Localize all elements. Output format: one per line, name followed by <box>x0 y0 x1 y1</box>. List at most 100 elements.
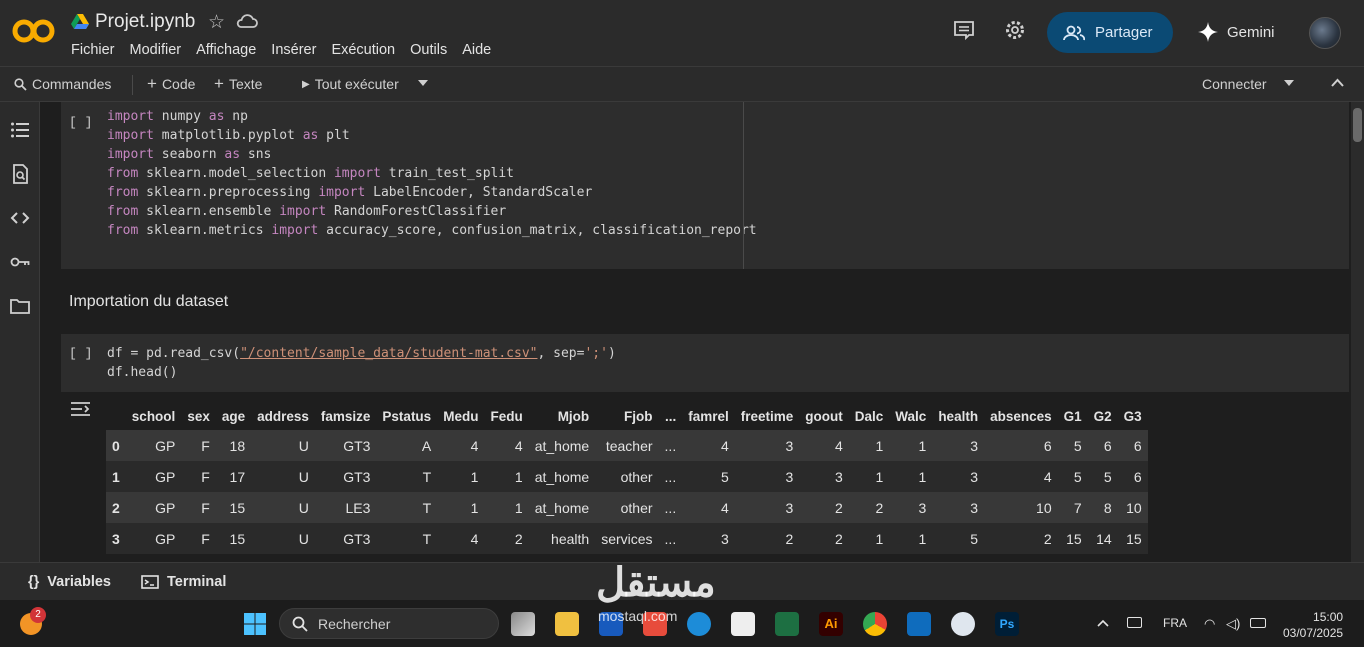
code-cell-read-csv[interactable]: [ ] df = pd.read_csv("/content/sample_da… <box>61 334 1349 392</box>
snipping-tool-icon[interactable] <box>731 612 755 636</box>
table-cell: LE3 <box>345 499 371 516</box>
terminal-button[interactable]: Terminal <box>141 574 226 590</box>
table-cell: 2 <box>875 499 884 516</box>
table-cell: 5 <box>720 468 729 485</box>
search-icon <box>292 616 308 632</box>
task-view-icon[interactable] <box>511 612 535 636</box>
table-cell: 1 <box>875 530 884 547</box>
connect-button[interactable]: Connecter <box>1202 76 1267 92</box>
gemini-label: Gemini <box>1227 23 1275 41</box>
clock-date: 03/07/2025 <box>1283 626 1344 640</box>
code-line: import numpy as np <box>107 109 248 124</box>
table-cell: 4 <box>834 437 843 454</box>
table-row: 1 GP F 17 U GT3 T 1 1 at_home other... 5 3 3 1 1 3 4 5 5 6 <box>106 461 1148 492</box>
table-cell: 7 <box>1073 499 1082 516</box>
volume-icon[interactable]: ◁) <box>1226 616 1240 632</box>
vertical-scrollbar[interactable] <box>1351 102 1364 562</box>
run-all-dropdown[interactable] <box>418 80 428 86</box>
edge-icon[interactable] <box>687 612 711 636</box>
row-index: 2 <box>112 499 120 516</box>
table-cell: 3 <box>785 468 794 485</box>
secrets-key-icon[interactable] <box>10 252 30 272</box>
column-header: Medu <box>443 408 479 424</box>
add-code-button[interactable]: + Code <box>147 75 195 92</box>
photoshop-icon[interactable]: Ps <box>995 612 1019 636</box>
menu-file[interactable]: Fichier <box>71 42 115 58</box>
table-cell: 3 <box>970 499 979 516</box>
table-row: 2 GP F 15 U LE3 T 1 1 at_home other... 4 3 2 2 3 3 10 7 8 10 <box>106 492 1148 523</box>
defender-icon[interactable] <box>907 612 931 636</box>
colab-logo[interactable] <box>12 16 56 46</box>
column-header: age <box>221 408 246 424</box>
drive-icon[interactable] <box>71 14 89 30</box>
variables-button[interactable]: {} Variables <box>28 574 111 590</box>
add-text-button[interactable]: + Texte <box>214 75 262 92</box>
cloud-saved-icon[interactable] <box>236 12 258 30</box>
table-cell: ... <box>664 468 677 485</box>
table-cell: 18 <box>229 437 246 454</box>
taskbar-search[interactable]: Rechercher <box>279 608 499 639</box>
notebook-title[interactable]: Projet.ipynb <box>95 11 195 33</box>
column-header: Mjob <box>557 408 590 424</box>
table-cell: 4 <box>514 437 523 454</box>
table-cell: 4 <box>720 499 729 516</box>
table-cell: U <box>298 499 309 516</box>
cell-run-button[interactable]: [ ] <box>69 346 92 361</box>
column-header: Fjob <box>624 408 653 424</box>
comments-icon[interactable] <box>953 19 975 41</box>
menu-insert[interactable]: Insérer <box>271 42 316 58</box>
app-icon[interactable] <box>951 612 975 636</box>
table-cell: GP <box>155 437 176 454</box>
table-cell: 3 <box>970 437 979 454</box>
menu-edit[interactable]: Modifier <box>130 42 182 58</box>
star-icon[interactable]: ☆ <box>208 11 225 34</box>
search-placeholder: Rechercher <box>318 615 391 632</box>
gemini-button[interactable]: Gemini <box>1198 22 1275 42</box>
illustrator-icon[interactable]: Ai <box>819 612 843 636</box>
table-cell: ... <box>664 530 677 547</box>
clock-time: 15:00 <box>1313 610 1344 624</box>
code-line: from sklearn.metrics import accuracy_sco… <box>107 223 757 238</box>
code-line-1[interactable]: df = pd.read_csv("/content/sample_data/s… <box>107 344 616 363</box>
scrollbar-thumb[interactable] <box>1353 108 1362 142</box>
menu-tools[interactable]: Outils <box>410 42 447 58</box>
play-icon: ▶ <box>302 78 310 90</box>
table-cell: 4 <box>470 530 479 547</box>
menu-view[interactable]: Affichage <box>196 42 256 58</box>
settings-gear-icon[interactable] <box>1004 19 1026 41</box>
code-snippets-icon[interactable] <box>10 208 30 228</box>
excel-icon[interactable] <box>775 612 799 636</box>
share-button[interactable]: Partager <box>1047 12 1173 53</box>
system-clock[interactable]: 15:00 03/07/2025 <box>1283 609 1343 641</box>
code-line: from sklearn.ensemble import RandomFores… <box>107 204 507 219</box>
files-folder-icon[interactable] <box>10 296 30 316</box>
menu-runtime[interactable]: Exécution <box>331 42 395 58</box>
battery-icon[interactable] <box>1250 618 1266 628</box>
collapse-toolbar-button[interactable] <box>1331 78 1344 87</box>
run-all-button[interactable]: ▶ Tout exécuter <box>302 76 399 92</box>
chrome-icon[interactable] <box>863 612 887 636</box>
menu-bar: Fichier Modifier Affichage Insérer Exécu… <box>71 42 506 58</box>
code-line-2[interactable]: df.head() <box>107 363 177 382</box>
user-avatar[interactable] <box>1309 17 1341 49</box>
table-of-contents-icon[interactable] <box>10 120 30 140</box>
output-actions-icon[interactable] <box>70 400 92 418</box>
code-cell-imports[interactable]: [ ] import pandas as pd import numpy as … <box>61 102 1349 269</box>
table-cell: T <box>422 499 432 516</box>
commands-button[interactable]: Commandes <box>14 76 111 92</box>
cell-run-button[interactable]: [ ] <box>69 115 92 130</box>
table-cell: 6 <box>1133 437 1142 454</box>
connect-dropdown[interactable] <box>1284 80 1294 86</box>
wifi-icon[interactable]: ◠ <box>1204 616 1215 632</box>
keyboard-icon[interactable] <box>1127 617 1142 628</box>
language-indicator[interactable]: FRA <box>1163 616 1187 630</box>
code-lines[interactable]: import numpy as np import matplotlib.pypl… <box>107 107 757 240</box>
code-line: from sklearn.model_selection import trai… <box>107 166 515 181</box>
table-cell: 3 <box>785 437 794 454</box>
table-cell: 1 <box>470 499 479 516</box>
chevron-up-icon[interactable] <box>1097 619 1109 627</box>
menu-help[interactable]: Aide <box>462 42 491 58</box>
find-replace-icon[interactable] <box>10 164 30 184</box>
windows-start-icon[interactable] <box>243 612 267 636</box>
file-explorer-icon[interactable] <box>555 612 579 636</box>
